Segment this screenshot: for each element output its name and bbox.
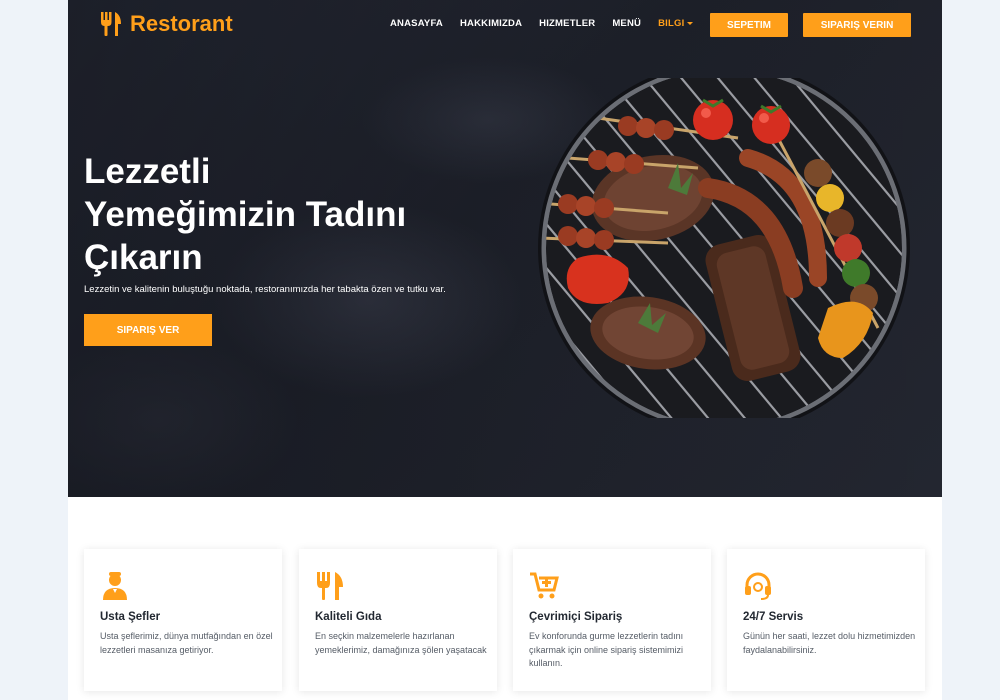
cart-plus-icon [530, 572, 559, 599]
caret-down-icon [687, 21, 694, 25]
features-section: Usta Şefler Usta şeflerimiz, dünya mutfa… [68, 497, 942, 700]
navbar: Restorant ANASAYFA HAKKIMIZDA HIZMETLER … [68, 0, 942, 50]
brand-logo[interactable]: Restorant [100, 11, 233, 37]
feature-title: Çevrimiçi Sipariş [529, 611, 623, 623]
chef-icon [103, 572, 127, 600]
fork-knife-icon [317, 572, 343, 600]
nav-link-info-dropdown[interactable]: BILGI [658, 18, 694, 29]
hero-title: Lezzetli Yemeğimizin Tadını Çıkarın [84, 152, 407, 277]
nav-links: ANASAYFA HAKKIMIZDA HIZMETLER MENÜ BILGI [390, 18, 694, 29]
feature-card-chefs: Usta Şefler Usta şeflerimiz, dünya mutfa… [84, 549, 282, 691]
page: Restorant ANASAYFA HAKKIMIZDA HIZMETLER … [68, 0, 942, 700]
nav-link-menu[interactable]: MENÜ [612, 18, 641, 29]
feature-title: Usta Şefler [100, 611, 161, 623]
feature-text: Ev konforunda gurme lezzetlerin tadını ç… [529, 631, 684, 668]
order-button[interactable]: SIPARIŞ VERIN [803, 13, 911, 37]
feature-title: Kaliteli Gıda [315, 611, 382, 623]
cart-button[interactable]: SEPETIM [710, 13, 788, 37]
nav-link-info-label: BILGI [658, 18, 685, 29]
feature-text: En seçkin malzemelerle hazırlanan yemekl… [315, 631, 487, 655]
feature-title: 24/7 Servis [743, 611, 804, 623]
headset-icon [745, 572, 771, 600]
hero-order-button[interactable]: SIPARIŞ VER [84, 314, 212, 346]
brand-name: Restorant [130, 11, 233, 36]
feature-text: Günün her saati, lezzet dolu hizmetimizd… [743, 631, 916, 655]
nav-link-services[interactable]: HIZMETLER [539, 18, 595, 29]
nav-link-home[interactable]: ANASAYFA [390, 18, 443, 29]
hero-subtitle: Lezzetin ve kalitenin buluştuğu noktada,… [84, 284, 446, 295]
fork-knife-icon [101, 12, 121, 36]
feature-text: Usta şeflerimiz, dünya mutfağından en öz… [100, 631, 273, 655]
feature-card-quality: Kaliteli Gıda En seçkin malzemelerle haz… [299, 549, 497, 691]
feature-card-online-order: Çevrimiçi Sipariş Ev konforunda gurme le… [513, 549, 711, 691]
hero-section: Restorant ANASAYFA HAKKIMIZDA HIZMETLER … [68, 0, 942, 497]
grill-image [538, 78, 910, 418]
nav-link-about[interactable]: HAKKIMIZDA [460, 18, 522, 29]
feature-card-service: 24/7 Servis Günün her saati, lezzet dolu… [727, 549, 925, 691]
